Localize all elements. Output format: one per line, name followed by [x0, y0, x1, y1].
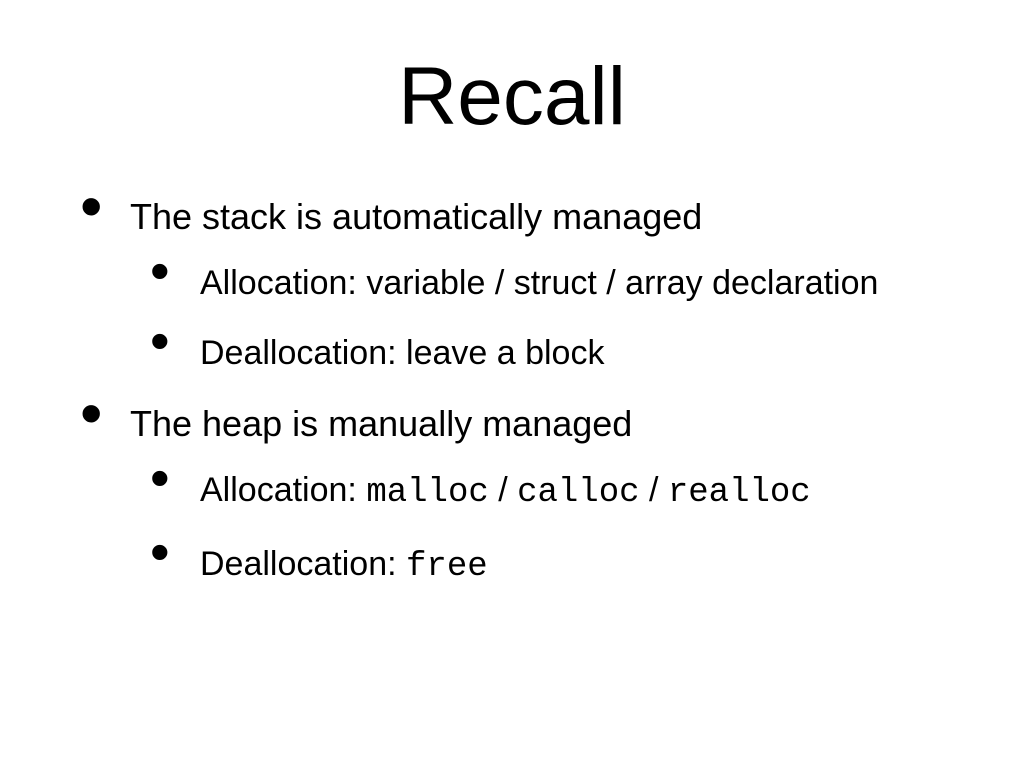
bullet-stack-dealloc: Deallocation: leave a block — [130, 331, 964, 375]
bullet-stack: The stack is automatically managed Alloc… — [60, 194, 964, 375]
bullet-heap: The heap is manually managed Allocation:… — [60, 401, 964, 588]
bullet-heap-alloc: Allocation: malloc / calloc / realloc — [130, 468, 964, 515]
sep-2: / — [640, 471, 668, 509]
bullet-list: The stack is automatically managed Alloc… — [60, 194, 964, 589]
bullet-heap-text: The heap is manually managed — [130, 403, 632, 444]
code-free: free — [406, 548, 488, 586]
bullet-heap-dealloc-prefix: Deallocation: — [200, 545, 406, 583]
bullet-heap-alloc-prefix: Allocation: — [200, 471, 366, 509]
sep-1: / — [489, 471, 517, 509]
code-malloc: malloc — [366, 474, 488, 512]
bullet-stack-alloc-text: Allocation: variable / struct / array de… — [200, 264, 878, 302]
bullet-stack-dealloc-text: Deallocation: leave a block — [200, 334, 604, 372]
code-realloc: realloc — [668, 474, 811, 512]
bullet-stack-text: The stack is automatically managed — [130, 196, 702, 237]
bullet-stack-alloc: Allocation: variable / struct / array de… — [130, 261, 964, 305]
code-calloc: calloc — [517, 474, 639, 512]
slide: Recall The stack is automatically manage… — [0, 0, 1024, 768]
bullet-heap-dealloc: Deallocation: free — [130, 542, 964, 589]
slide-title: Recall — [60, 50, 964, 144]
bullet-heap-sublist: Allocation: malloc / calloc / realloc De… — [130, 468, 964, 588]
bullet-stack-sublist: Allocation: variable / struct / array de… — [130, 261, 964, 375]
